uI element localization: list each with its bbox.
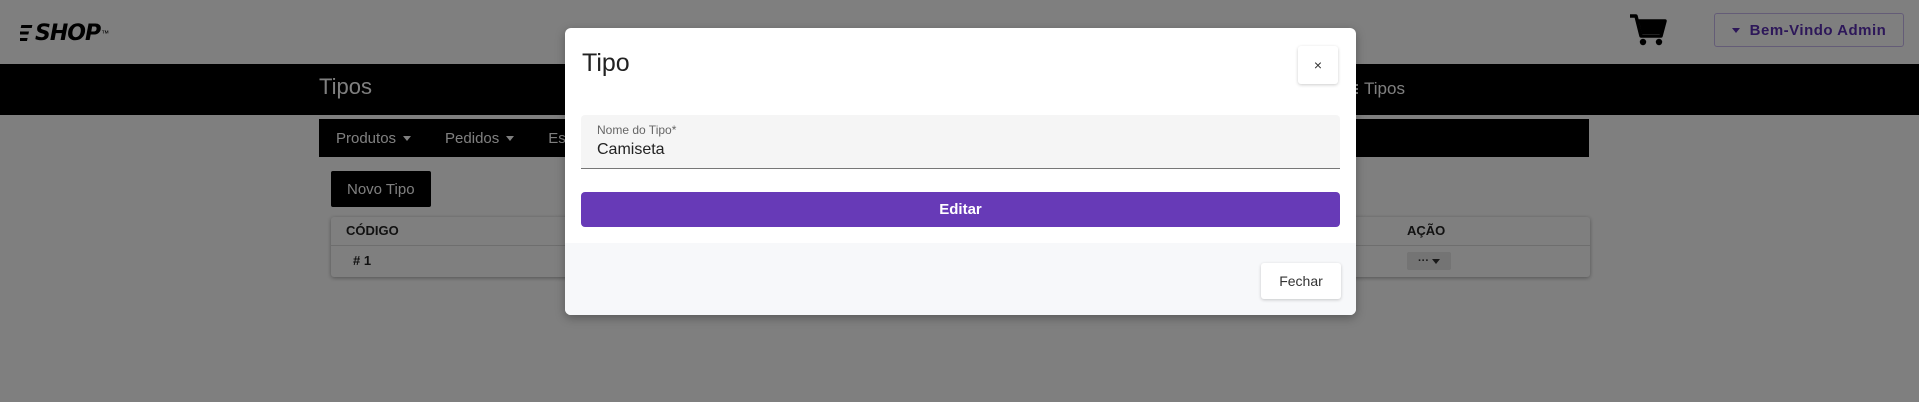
- type-name-input[interactable]: [597, 141, 1297, 159]
- modal-title: Tipo: [582, 49, 630, 77]
- close-button[interactable]: Fechar: [1261, 263, 1341, 299]
- type-name-label: Nome do Tipo*: [597, 123, 677, 137]
- modal-footer: Fechar: [565, 243, 1356, 315]
- type-name-field[interactable]: Nome do Tipo*: [581, 115, 1340, 169]
- close-icon[interactable]: ×: [1298, 46, 1338, 84]
- edit-submit-button[interactable]: Editar: [581, 192, 1340, 227]
- edit-type-modal: Tipo × Nome do Tipo* Editar Fechar: [565, 28, 1356, 315]
